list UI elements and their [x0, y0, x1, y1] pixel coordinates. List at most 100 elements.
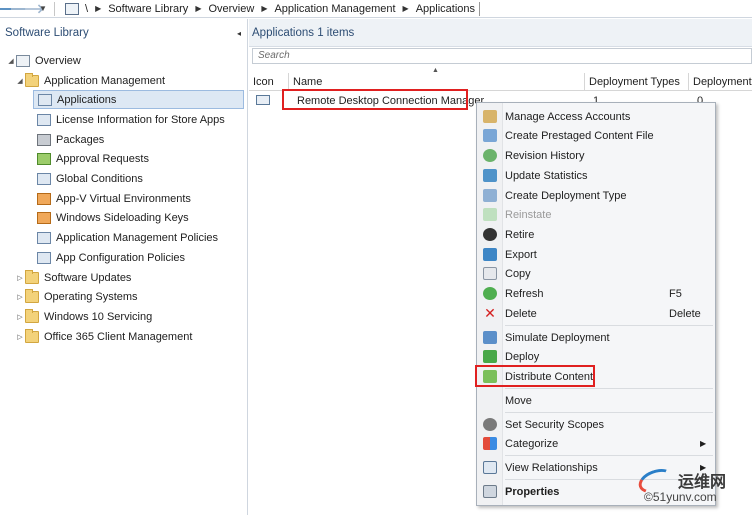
- simulate-icon: [483, 331, 497, 344]
- breadcrumb-separator-icon: ▶: [261, 4, 268, 13]
- deploy-icon: [483, 350, 497, 363]
- results-header: Applications 1 items: [249, 19, 752, 47]
- menu-item-label: Set Security Scopes: [505, 418, 605, 431]
- menu-item-categorize[interactable]: Categorize ▶: [477, 434, 715, 453]
- menu-item-refresh[interactable]: Refresh F5: [477, 284, 715, 303]
- keys-icon: [37, 211, 51, 224]
- expand-collapse-icon[interactable]: ▷: [15, 274, 25, 282]
- breadcrumb-software-library[interactable]: Software Library: [108, 3, 188, 15]
- tree-item-software-updates[interactable]: ▷ Software Updates: [15, 268, 131, 287]
- menu-item-label: Create Prestaged Content File: [505, 129, 654, 142]
- tree-item-label: Packages: [56, 133, 105, 146]
- expand-collapse-icon[interactable]: ▷: [15, 313, 25, 321]
- menu-item-retire[interactable]: Retire: [477, 225, 715, 244]
- watermark-logo: 运维网 ©51yunv.com: [635, 464, 752, 512]
- expand-collapse-icon[interactable]: ▷: [15, 333, 25, 341]
- tree-item-license-information[interactable]: License Information for Store Apps: [37, 110, 225, 129]
- highlight-box: [475, 365, 595, 387]
- nav-pane-title: Software Library: [5, 27, 89, 39]
- properties-icon: [483, 485, 497, 498]
- menu-item-create-deployment-type[interactable]: Create Deployment Type: [477, 186, 715, 205]
- collapse-pane-icon[interactable]: ◂: [237, 29, 241, 38]
- expand-collapse-icon[interactable]: ◢: [6, 57, 16, 65]
- tree-item-label: Office 365 Client Management: [44, 330, 193, 343]
- menu-item-label: Reinstate: [505, 208, 552, 221]
- highlight-box: [282, 89, 468, 110]
- tree-item-app-configuration-policies[interactable]: App Configuration Policies: [37, 248, 185, 267]
- column-header-deployments[interactable]: Deployment: [689, 73, 752, 91]
- revision-history-icon: [483, 149, 497, 162]
- tree-item-label: Approval Requests: [56, 152, 149, 165]
- tree-item-label: App Configuration Policies: [56, 251, 186, 264]
- menu-item-label: Categorize: [505, 437, 559, 450]
- overview-icon: [16, 54, 30, 67]
- tree-item-office-365-client-management[interactable]: ▷ Office 365 Client Management: [15, 327, 192, 346]
- tree-item-applications[interactable]: Applications: [33, 90, 244, 109]
- tree-item-appv-environments[interactable]: App-V Virtual Environments: [37, 189, 191, 208]
- menu-item-revision-history[interactable]: Revision History: [477, 146, 715, 165]
- menu-item-copy[interactable]: Copy: [477, 264, 715, 283]
- appv-icon: [37, 192, 51, 205]
- search-input[interactable]: Search: [252, 48, 752, 64]
- menu-item-label: Copy: [505, 267, 531, 280]
- breadcrumb-application-management[interactable]: Application Management: [274, 3, 395, 15]
- reinstate-icon: [483, 208, 497, 221]
- console-root-icon: [65, 2, 79, 15]
- tree-item-sideloading-keys[interactable]: Windows Sideloading Keys: [37, 208, 189, 227]
- menu-item-label: Revision History: [505, 149, 585, 162]
- nav-pane-header: Software Library ◂: [0, 19, 247, 47]
- packages-icon: [37, 133, 51, 146]
- forward-arrow-icon[interactable]: 🡒: [10, 1, 45, 17]
- menu-item-label: Properties: [505, 485, 560, 498]
- menu-item-label: Update Statistics: [505, 169, 588, 182]
- breadcrumb-overview[interactable]: Overview: [208, 3, 254, 15]
- menu-separator: [505, 325, 713, 326]
- shortcut-f5: F5: [669, 287, 682, 300]
- folder-icon: [25, 308, 39, 323]
- menu-item-deploy[interactable]: Deploy: [477, 347, 715, 366]
- expand-collapse-icon[interactable]: ▷: [15, 293, 25, 301]
- menu-item-label: Refresh: [505, 287, 544, 300]
- menu-item-move[interactable]: Move: [477, 391, 715, 410]
- deployment-type-icon: [483, 189, 497, 202]
- tree-item-operating-systems[interactable]: ▷ Operating Systems: [15, 287, 138, 306]
- tree-item-packages[interactable]: Packages: [37, 130, 104, 149]
- shortcut-delete: Delete: [669, 307, 701, 320]
- menu-item-create-prestaged-content-file[interactable]: Create Prestaged Content File: [477, 126, 715, 145]
- breadcrumb-separator-icon: ▶: [95, 4, 102, 13]
- breadcrumb-applications[interactable]: Applications: [416, 3, 475, 15]
- tree-item-label: Application Management: [44, 74, 166, 87]
- menu-item-set-security-scopes[interactable]: Set Security Scopes: [477, 415, 715, 434]
- menu-item-reinstate: Reinstate: [477, 205, 715, 224]
- menu-separator: [505, 388, 713, 389]
- divider: [54, 1, 55, 16]
- tree-item-approval-requests[interactable]: Approval Requests: [37, 149, 149, 168]
- column-header-deployment-types[interactable]: Deployment Types: [585, 73, 689, 91]
- menu-item-export[interactable]: Export: [477, 245, 715, 264]
- tree-item-global-conditions[interactable]: Global Conditions: [37, 169, 143, 188]
- menu-item-manage-access-accounts[interactable]: Manage Access Accounts: [477, 107, 715, 126]
- expand-collapse-icon[interactable]: ◢: [15, 77, 25, 85]
- breadcrumb-root[interactable]: \: [85, 3, 88, 15]
- tree-item-label: Application Management Policies: [56, 231, 219, 244]
- address-bar: 🡐 🡒 ▼ \ ▶ Software Library ▶ Overview ▶ …: [0, 0, 752, 18]
- folder-icon: [25, 269, 39, 284]
- update-statistics-icon: [483, 169, 497, 182]
- menu-item-delete[interactable]: ✕ Delete Delete: [477, 304, 715, 323]
- tree-item-windows-10-servicing[interactable]: ▷ Windows 10 Servicing: [15, 307, 152, 326]
- menu-item-label: Move: [505, 394, 532, 407]
- tree-item-label: App-V Virtual Environments: [56, 192, 191, 205]
- folder-icon: [25, 328, 39, 343]
- menu-item-update-statistics[interactable]: Update Statistics: [477, 166, 715, 185]
- history-dropdown-icon[interactable]: ▼: [36, 1, 50, 17]
- tree-item-label: Global Conditions: [56, 172, 143, 185]
- breadcrumb-separator-icon: ▶: [402, 4, 409, 13]
- tree-item-label: License Information for Store Apps: [56, 113, 225, 126]
- menu-item-label: Simulate Deployment: [505, 331, 610, 344]
- menu-item-simulate-deployment[interactable]: Simulate Deployment: [477, 328, 715, 347]
- tree-item-app-management-policies[interactable]: Application Management Policies: [37, 228, 218, 247]
- tree-item-label: Applications: [57, 93, 117, 106]
- tree-item-overview[interactable]: ◢ Overview: [6, 51, 81, 70]
- folder-icon: [25, 288, 39, 303]
- tree-item-application-management[interactable]: ◢ Application Management: [15, 71, 165, 90]
